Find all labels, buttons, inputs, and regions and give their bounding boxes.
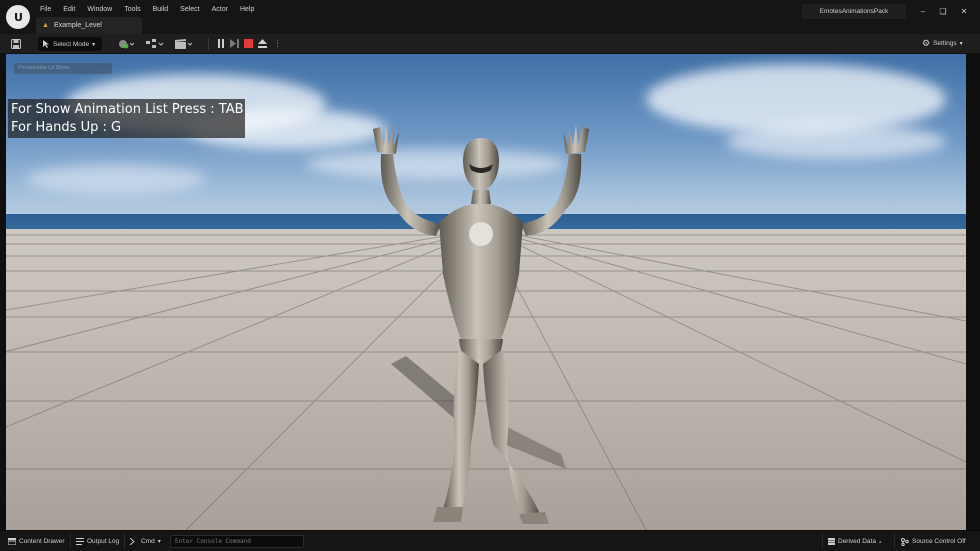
caret-up-icon: ▴ <box>878 538 882 545</box>
hint-line-hands-up: For Hands Up : G <box>11 120 122 135</box>
output-log-label: Output Log <box>87 538 120 545</box>
chevron-down-icon: ▾ <box>157 539 161 545</box>
source-control-label: Source Control Off <box>912 538 966 545</box>
menu-window[interactable]: Window <box>81 4 118 15</box>
status-divider <box>894 534 895 549</box>
pause-icon[interactable] <box>215 38 226 49</box>
drawer-icon <box>8 538 16 545</box>
project-name: EmotesAnimationsPack <box>802 4 906 19</box>
title-bar: U File Edit Window Tools Build Select Ac… <box>0 0 980 34</box>
character-mannequin[interactable] <box>351 124 611 524</box>
main-toolbar: Select Mode ▾ ⋮ ⚙ Settings ▾ <box>0 34 980 54</box>
save-icon[interactable] <box>11 38 21 50</box>
derived-data-icon <box>828 538 835 545</box>
level-icon: ▲ <box>42 22 49 29</box>
terminal-icon <box>130 538 135 545</box>
settings-button[interactable]: ⚙ Settings ▾ <box>922 38 963 49</box>
level-tab[interactable]: ▲ Example_Level <box>36 17 142 34</box>
viewport-options-badge[interactable]: Perspective Lit Show <box>14 63 112 74</box>
status-divider <box>124 534 125 549</box>
derived-data-label: Derived Data <box>838 538 876 545</box>
hint-panel: For Show Animation List Press : TAB For … <box>8 99 245 138</box>
more-icon[interactable]: ⋮ <box>272 38 283 49</box>
status-divider <box>70 534 71 549</box>
hint-line-animation-list: For Show Animation List Press : TAB <box>11 102 244 117</box>
clapper-icon[interactable] <box>175 38 193 50</box>
chevron-down-icon: ▾ <box>92 41 96 48</box>
log-icon <box>76 538 84 545</box>
content-drawer-label: Content Drawer <box>19 538 65 545</box>
level-viewport[interactable]: Perspective Lit Show For Show Animation … <box>6 54 966 530</box>
cmd-label: Cmd <box>141 538 155 545</box>
menu-edit[interactable]: Edit <box>57 4 81 15</box>
menu-actor[interactable]: Actor <box>206 4 234 15</box>
menu-build[interactable]: Build <box>147 4 175 15</box>
source-control-icon <box>901 537 909 546</box>
stop-icon[interactable] <box>243 38 254 49</box>
unreal-logo-icon[interactable]: U <box>6 5 30 29</box>
minimize-icon[interactable]: – <box>916 5 930 17</box>
cmd-dropdown[interactable]: Cmd ▾ <box>130 535 161 548</box>
chevron-down-icon: ▾ <box>959 41 963 47</box>
content-drawer-button[interactable]: Content Drawer <box>8 535 65 548</box>
settings-label: Settings <box>933 40 957 47</box>
menu-help[interactable]: Help <box>234 4 260 15</box>
status-bar: Content Drawer Output Log Cmd ▾ Derived … <box>0 530 980 551</box>
console-command-input[interactable] <box>170 535 304 548</box>
output-log-button[interactable]: Output Log <box>76 535 119 548</box>
menu-tools[interactable]: Tools <box>118 4 146 15</box>
close-icon[interactable]: ✕ <box>957 5 971 17</box>
eject-icon[interactable] <box>257 38 268 49</box>
cursor-icon <box>43 40 49 48</box>
gear-icon: ⚙ <box>922 38 931 48</box>
menu-bar: File Edit Window Tools Build Select Acto… <box>34 4 260 15</box>
restore-icon[interactable]: ❏ <box>936 5 950 17</box>
toolbar-divider <box>208 38 209 50</box>
blueprint-icon[interactable] <box>146 38 164 50</box>
menu-select[interactable]: Select <box>174 4 205 15</box>
select-mode-dropdown[interactable]: Select Mode ▾ <box>38 37 102 51</box>
level-tab-label: Example_Level <box>54 22 102 29</box>
menu-file[interactable]: File <box>34 4 57 15</box>
source-control-button[interactable]: Source Control Off <box>901 535 966 548</box>
select-mode-label: Select Mode <box>53 40 90 48</box>
step-icon[interactable] <box>229 38 240 49</box>
add-actor-icon[interactable] <box>118 38 134 50</box>
derived-data-button[interactable]: Derived Data ▴ <box>828 535 881 548</box>
status-divider <box>822 534 823 549</box>
